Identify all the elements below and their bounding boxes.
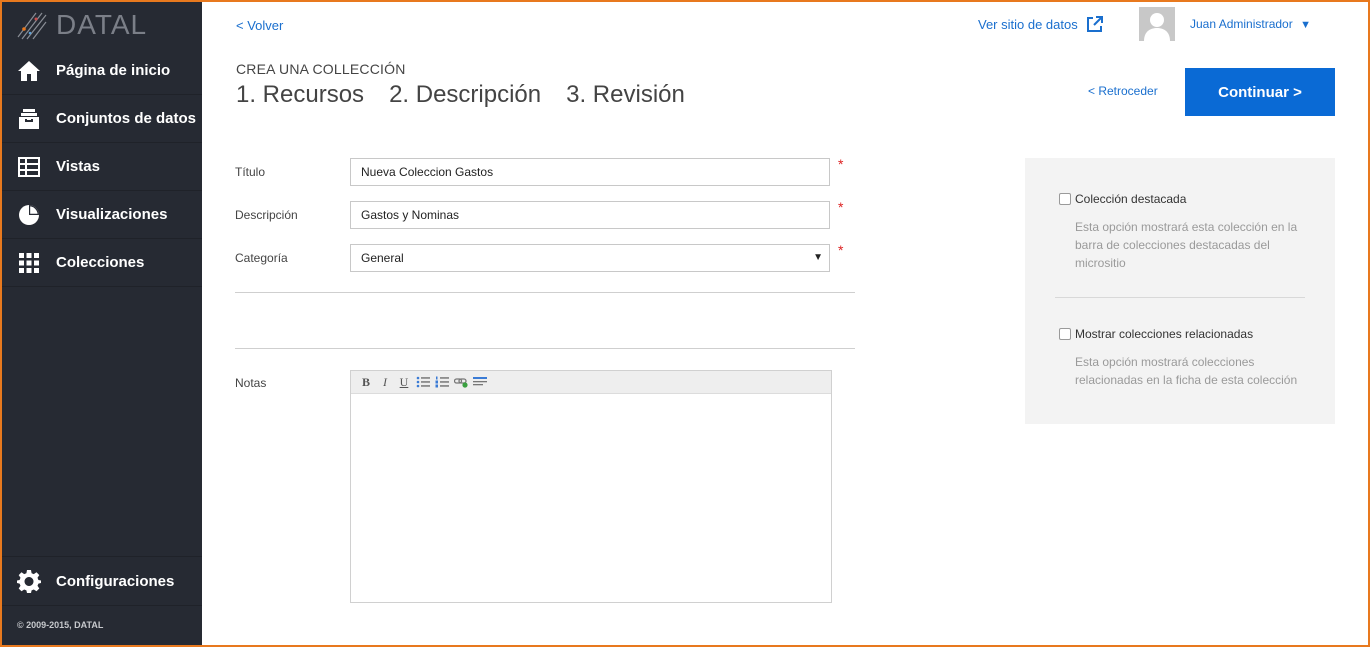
continue-button[interactable]: Continuar >: [1185, 68, 1335, 116]
view-site-label: Ver sitio de datos: [978, 17, 1078, 32]
sidebar-item-label: Visualizaciones: [56, 206, 168, 223]
title-required-mark: *: [838, 156, 844, 172]
section-divider: [235, 292, 855, 293]
sidebar-item-home[interactable]: Página de inicio: [0, 47, 202, 95]
sidebar-item-datasets[interactable]: Conjuntos de datos: [0, 95, 202, 143]
featured-option: Colección destacada: [1059, 192, 1186, 206]
notes-label: Notas: [235, 376, 267, 390]
sidebar-item-label: Conjuntos de datos: [56, 110, 196, 127]
description-label: Descripción: [235, 208, 298, 222]
back-link[interactable]: < Volver: [236, 18, 283, 33]
logo-icon: [17, 12, 47, 40]
table-icon: [17, 155, 41, 179]
sidebar: DATAL Página de inicio Conjuntos de dato…: [0, 0, 202, 647]
sidebar-item-label: Colecciones: [56, 254, 145, 271]
view-site-link[interactable]: Ver sitio de datos: [978, 16, 1103, 33]
sidebar-item-settings[interactable]: Configuraciones: [0, 557, 202, 605]
bullet-list-icon[interactable]: [415, 374, 431, 390]
underline-icon[interactable]: U: [396, 374, 412, 390]
step-review[interactable]: 3. Revisión: [566, 81, 685, 109]
logo-text: DATAL: [56, 9, 148, 40]
panel-divider: [1055, 297, 1305, 298]
category-select[interactable]: General ▼: [350, 244, 830, 272]
previous-link[interactable]: < Retroceder: [1088, 84, 1158, 98]
sidebar-item-collections[interactable]: Colecciones: [0, 239, 202, 287]
source-code-icon[interactable]: [472, 374, 488, 390]
sidebar-item-visualizations[interactable]: Visualizaciones: [0, 191, 202, 239]
section-divider: [235, 348, 855, 349]
featured-label[interactable]: Colección destacada: [1075, 192, 1186, 206]
featured-checkbox[interactable]: [1059, 193, 1071, 205]
logo[interactable]: DATAL: [16, 8, 147, 42]
bold-icon[interactable]: B: [358, 374, 374, 390]
related-checkbox[interactable]: [1059, 328, 1071, 340]
category-value: General: [361, 251, 404, 265]
options-panel: Colección destacada Esta opción mostrará…: [1025, 158, 1335, 424]
inbox-icon: [17, 107, 41, 131]
user-menu[interactable]: Juan Administrador ▼: [1190, 17, 1311, 31]
dropdown-arrow-icon: ▼: [813, 252, 823, 263]
wizard-steps: 1. Recursos 2. Descripción 3. Revisión: [236, 81, 710, 109]
category-required-mark: *: [838, 242, 844, 258]
related-help: Esta opción mostrará colecciones relacio…: [1075, 355, 1298, 387]
featured-help: Esta opción mostrará esta colección en l…: [1075, 220, 1298, 270]
gear-icon: [17, 569, 41, 593]
title-input[interactable]: Nueva Coleccion Gastos: [350, 158, 830, 186]
external-link-icon: [1086, 16, 1103, 32]
step-description[interactable]: 2. Descripción: [389, 81, 541, 109]
sidebar-item-label: Configuraciones: [56, 572, 175, 590]
title-label: Título: [235, 165, 266, 179]
description-required-mark: *: [838, 199, 844, 215]
home-icon: [17, 59, 41, 83]
description-input[interactable]: Gastos y Nominas: [350, 201, 830, 229]
user-name: Juan Administrador: [1190, 17, 1293, 31]
notes-editor: B I U: [350, 370, 832, 603]
avatar[interactable]: [1139, 7, 1175, 41]
grid-icon: [17, 251, 41, 275]
sidebar-item-label: Vistas: [56, 158, 100, 175]
pie-chart-icon: [17, 203, 41, 227]
sidebar-item-views[interactable]: Vistas: [0, 143, 202, 191]
editor-toolbar: B I U: [351, 371, 831, 394]
link-icon[interactable]: [453, 374, 469, 390]
sidebar-config: Configuraciones: [0, 556, 202, 606]
numbered-list-icon[interactable]: [434, 374, 450, 390]
chevron-down-icon: ▼: [1300, 19, 1311, 31]
related-label[interactable]: Mostrar colecciones relacionadas: [1075, 327, 1253, 341]
italic-icon[interactable]: I: [377, 374, 393, 390]
category-label: Categoría: [235, 251, 288, 265]
sidebar-item-label: Página de inicio: [56, 62, 171, 79]
copyright: © 2009-2015, DATAL: [17, 620, 104, 630]
related-option: Mostrar colecciones relacionadas: [1059, 327, 1253, 341]
sidebar-nav: Página de inicio Conjuntos de datos Vist…: [0, 47, 202, 287]
user-icon: [1144, 13, 1170, 41]
step-resources[interactable]: 1. Recursos: [236, 81, 364, 109]
wizard-kicker: CREA UNA COLLECCIÓN: [236, 61, 406, 77]
